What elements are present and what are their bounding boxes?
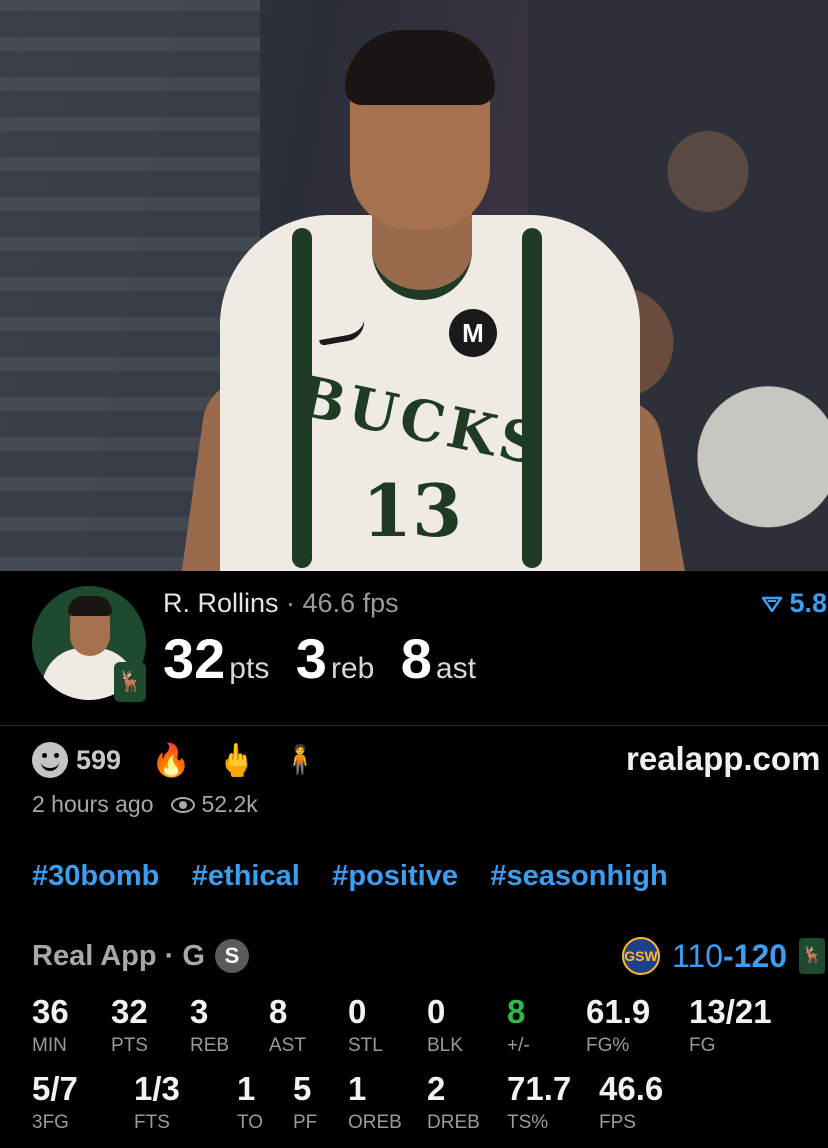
player-photo[interactable]: M BUCKS 13 — [0, 0, 828, 571]
stat-stl: 0 STL — [348, 994, 383, 1058]
stat-3fg: 5/7 3FG — [32, 1071, 78, 1135]
game-source: Real App · G — [32, 939, 205, 972]
stat-label: FTS — [134, 1112, 170, 1133]
stat-value: 2 — [427, 1070, 446, 1107]
stat-value: 0 — [427, 993, 446, 1030]
rating-value: 5.8 — [789, 588, 828, 618]
hashtag[interactable]: #positive — [332, 860, 458, 892]
bucks-logo-icon: 🦌 — [114, 662, 146, 702]
stat-value: 13/21 — [689, 993, 772, 1030]
stat-value: 8 — [269, 993, 288, 1030]
status-badge: S — [214, 939, 249, 973]
stat-value: 8 — [507, 993, 526, 1030]
away-score: 110 — [672, 937, 724, 974]
stat-value: 5/7 — [32, 1070, 78, 1107]
player-rating[interactable]: 5.8 — [762, 588, 827, 619]
referee-icon[interactable]: 🧍 — [283, 740, 318, 780]
home-score: 120 — [733, 937, 788, 974]
stat-fts: 1/3 FTS — [134, 1071, 180, 1135]
stat-reb: 3 REB — [190, 994, 229, 1058]
reb-unit: reb — [330, 652, 375, 685]
stat-min: 36 MIN — [32, 994, 69, 1058]
player-fps: 46.6 fps — [302, 588, 399, 618]
rating-down-icon — [762, 596, 782, 612]
view-count: 52.2k — [201, 791, 258, 817]
stat-label: BLK — [427, 1035, 463, 1056]
stat-value: 71.7 — [507, 1070, 572, 1107]
stat-label: +/- — [507, 1035, 530, 1056]
stat-pf: 5 PF — [293, 1071, 317, 1135]
stat-fg: 13/21 FG — [689, 994, 772, 1058]
hashtag[interactable]: #seasonhigh — [490, 860, 667, 892]
stat-value: 61.9 — [586, 993, 651, 1030]
player-name-line[interactable]: R. Rollins · 46.6 fps — [163, 588, 399, 619]
stat-label: MIN — [32, 1035, 67, 1056]
bucks-logo-icon: 🦌 — [799, 938, 826, 974]
stat-value: 36 — [32, 993, 69, 1030]
stat-label: DREB — [427, 1112, 480, 1133]
stat-value: 1 — [348, 1070, 367, 1107]
hashtag[interactable]: #30bomb — [32, 860, 159, 892]
fire-icon[interactable]: 🔥 — [151, 740, 191, 780]
stat-dreb: 2 DREB — [427, 1071, 480, 1135]
stat-ast: 8 AST — [269, 994, 306, 1058]
avatar-hair — [68, 596, 112, 616]
motorola-logo-icon: M — [449, 309, 497, 357]
pts-unit: pts — [229, 652, 270, 685]
stat-label: REB — [190, 1035, 230, 1056]
stat-blk: 0 BLK — [427, 994, 463, 1058]
ast-unit: ast — [435, 652, 476, 685]
stat-plus-minus: 8 +/- — [507, 994, 530, 1058]
hashtag-list: #30bomb #ethical #positive #seasonhigh — [32, 860, 696, 893]
stat-pts: 32 PTS — [111, 994, 148, 1058]
stat-value: 5 — [293, 1070, 312, 1107]
stat-value: 46.6 — [599, 1070, 664, 1107]
stat-label: OREB — [348, 1112, 402, 1133]
hashtag[interactable]: #ethical — [192, 860, 300, 892]
pts-value: 32 — [163, 627, 226, 690]
stat-value: 0 — [348, 993, 367, 1030]
stat-fps: 46.6 FPS — [599, 1071, 663, 1135]
player-statline: 32 pts 3 reb 8 ast — [163, 626, 498, 691]
reaction-count[interactable]: 599 — [76, 745, 121, 776]
stat-value: 32 — [111, 993, 148, 1030]
name-separator: · — [278, 588, 303, 618]
stat-label: TS% — [507, 1112, 549, 1133]
player-hair — [345, 30, 495, 105]
site-link[interactable]: realapp.com — [626, 740, 820, 778]
eye-icon — [171, 796, 196, 813]
post-meta: 2 hours ago 52.2k — [32, 791, 258, 818]
stat-fg-pct: 61.9 FG% — [586, 994, 650, 1058]
reb-value: 3 — [295, 627, 327, 690]
stat-label: FG — [689, 1035, 716, 1056]
stat-label: AST — [269, 1035, 306, 1056]
stat-label: STL — [348, 1035, 383, 1056]
jersey-number: 13 — [362, 468, 463, 553]
stat-oreb: 1 OREB — [348, 1071, 402, 1135]
stat-label: TO — [237, 1112, 264, 1133]
score-dash: - — [723, 937, 734, 974]
ast-value: 8 — [400, 627, 432, 690]
stat-label: FG% — [586, 1035, 630, 1056]
game-source-line: Real App · G S — [32, 939, 249, 973]
middle-finger-icon[interactable]: 🖕 — [217, 740, 257, 780]
game-score[interactable]: GSW 110-120 🦌 — [622, 937, 826, 975]
warriors-logo-icon: GSW — [622, 937, 660, 975]
stat-ts-pct: 71.7 TS% — [507, 1071, 571, 1135]
time-ago: 2 hours ago — [32, 791, 154, 817]
stat-label: PF — [293, 1112, 318, 1133]
stat-label: PTS — [111, 1035, 148, 1056]
stat-value: 3 — [190, 993, 209, 1030]
smile-icon[interactable] — [32, 742, 68, 778]
stat-label: 3FG — [32, 1112, 69, 1133]
stat-value: 1/3 — [134, 1070, 180, 1107]
jersey-trim-right — [522, 228, 542, 568]
section-divider — [0, 725, 828, 726]
reaction-bar: 599 🔥 🖕 🧍 — [32, 740, 344, 780]
stat-to: 1 TO — [237, 1071, 263, 1135]
stat-label: FPS — [599, 1112, 636, 1133]
stat-value: 1 — [237, 1070, 256, 1107]
player-name[interactable]: R. Rollins — [163, 588, 279, 618]
